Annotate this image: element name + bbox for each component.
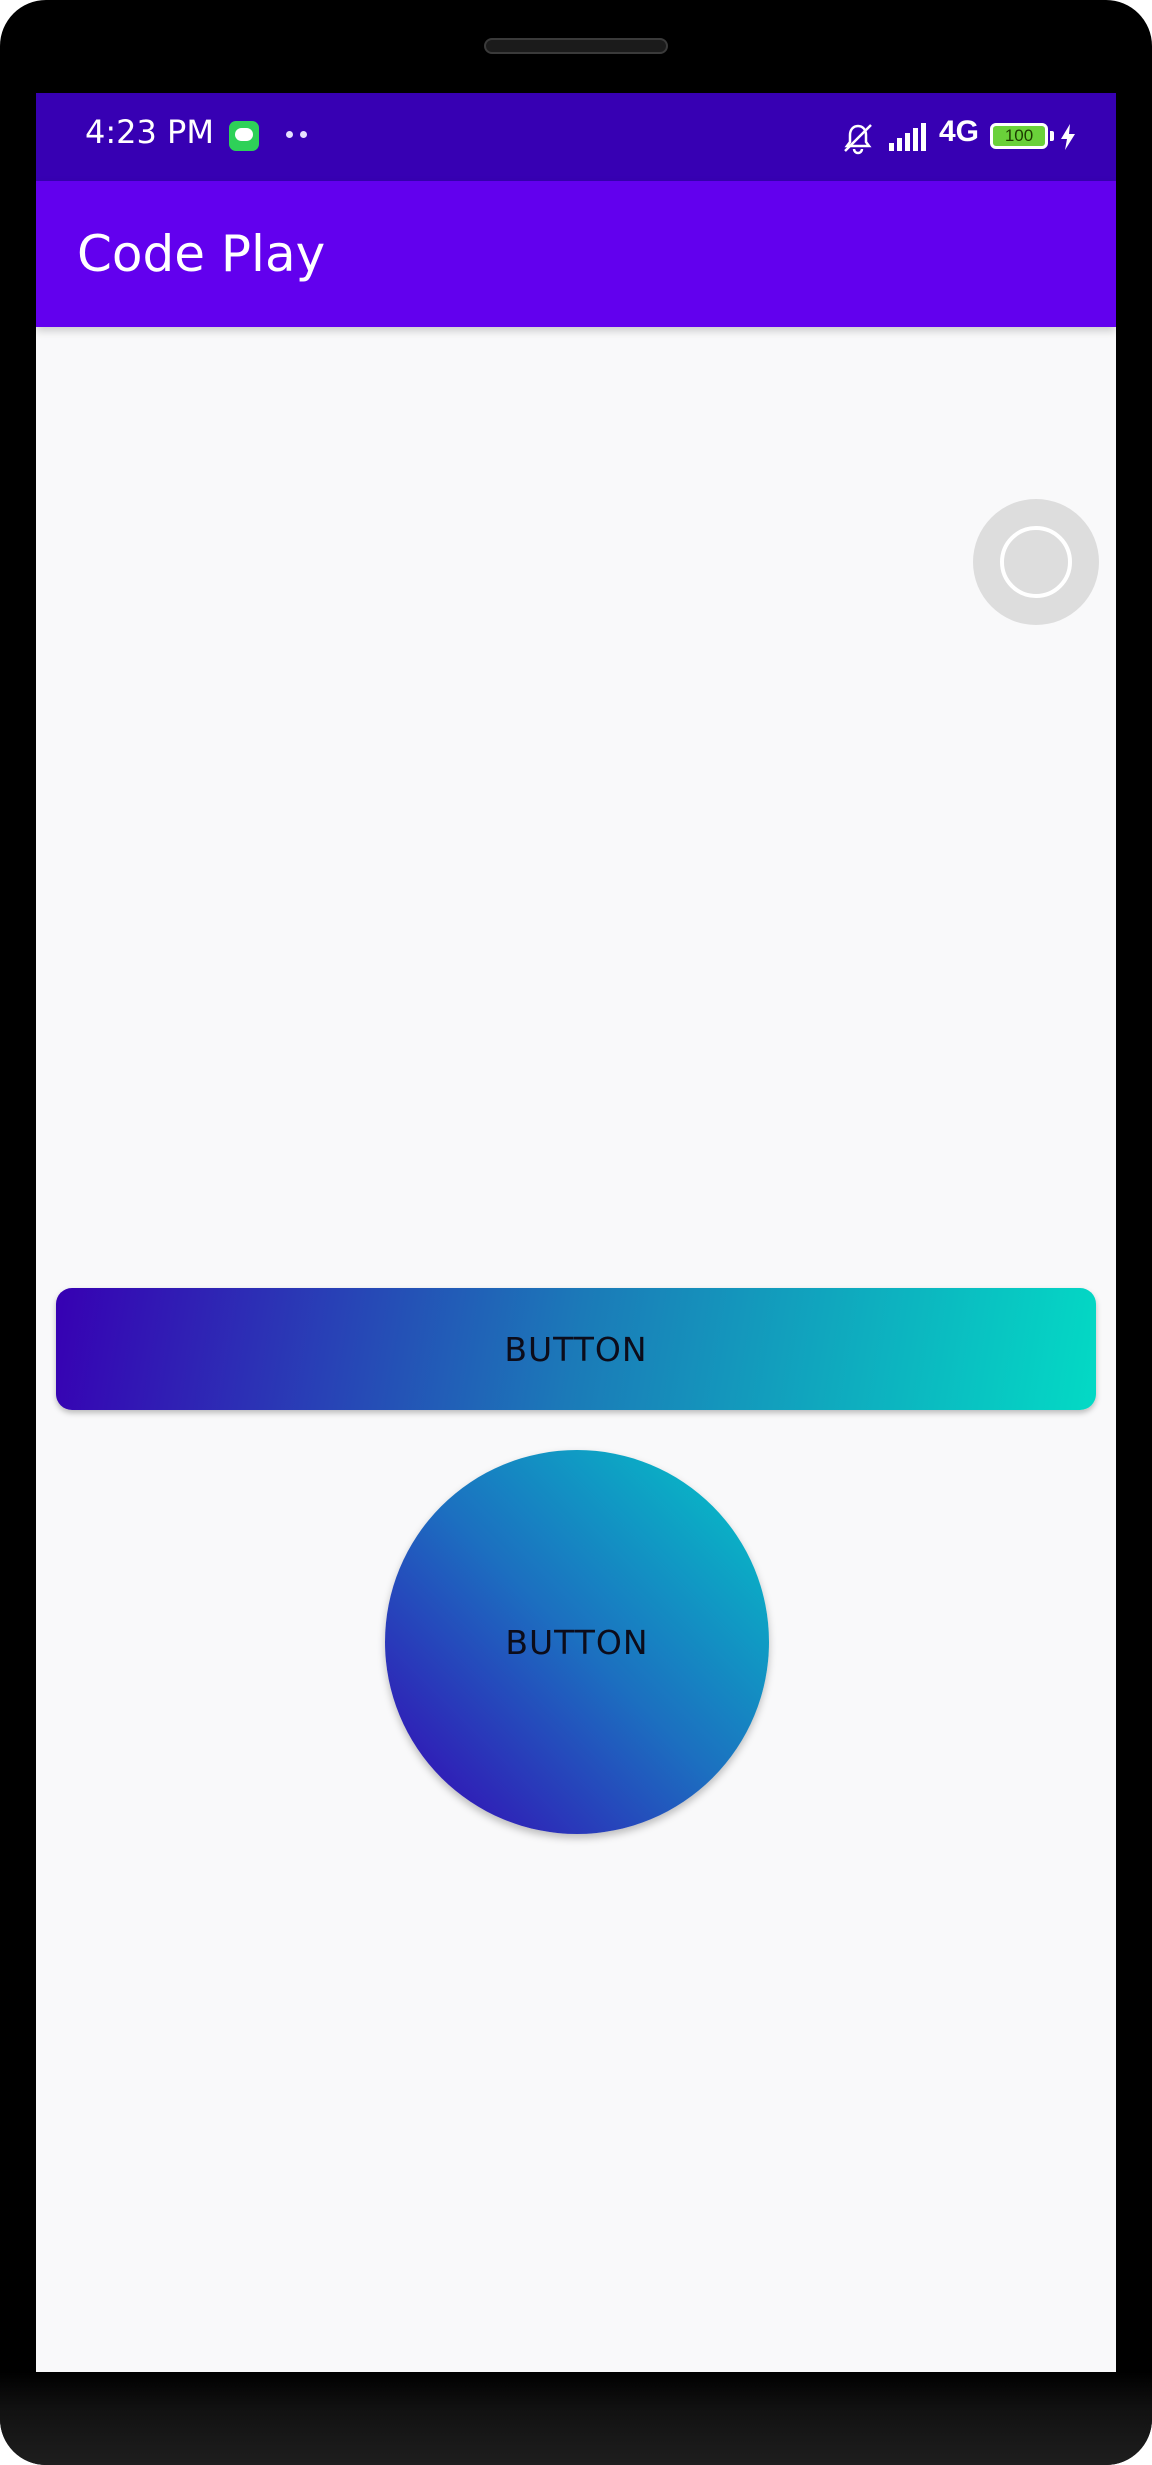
bottom-bezel (0, 2372, 1152, 2465)
message-icon (229, 121, 259, 151)
battery-icon: 100 (990, 123, 1054, 149)
muted-bell-icon (844, 124, 872, 155)
overflow-dots-icon (286, 131, 312, 139)
network-type-label: 4G (939, 115, 980, 148)
assistive-touch-button[interactable] (973, 499, 1099, 625)
charging-bolt-icon (1061, 124, 1075, 150)
circle-gradient-button[interactable]: BUTTON (385, 1450, 769, 1834)
gradient-button[interactable]: BUTTON (56, 1288, 1096, 1410)
app-title: Code Play (77, 225, 326, 283)
speaker-grille (484, 38, 668, 54)
signal-icon (889, 123, 926, 151)
status-time: 4:23 PM (85, 113, 214, 151)
screen: 4:23 PM 4G 100 Code Play BUTTON BUTTON (36, 93, 1116, 2372)
status-bar: 4:23 PM 4G 100 (36, 93, 1116, 181)
phone-frame: 4:23 PM 4G 100 Code Play BUTTON BUTTON (0, 0, 1152, 2465)
app-bar: Code Play (36, 181, 1116, 327)
battery-level: 100 (1004, 126, 1034, 145)
